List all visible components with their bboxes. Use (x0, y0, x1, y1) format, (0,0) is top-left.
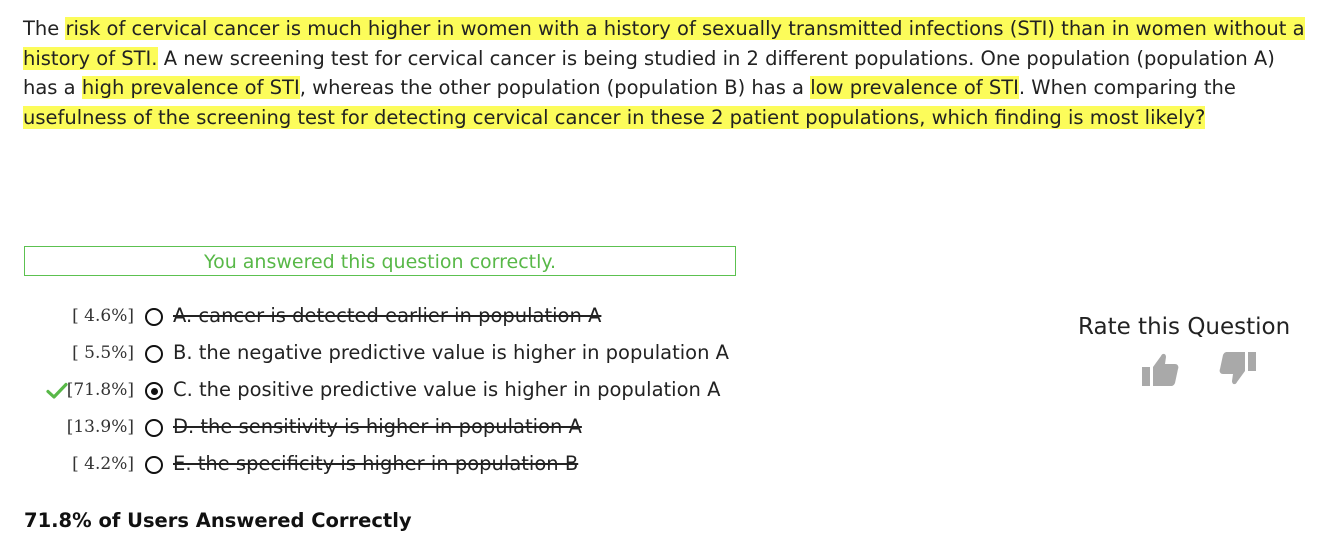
choice-label[interactable]: E. the specificity is higher in populati… (173, 451, 578, 477)
choice-percent: [13.9%] (66, 417, 134, 437)
question-text-segment: . When comparing the (1018, 76, 1236, 100)
thumbs-down-icon[interactable] (1218, 350, 1258, 388)
rate-question-title: Rate this Question (1078, 314, 1291, 340)
choice-percent: [71.8%] (66, 380, 134, 400)
answer-choice-c[interactable]: [71.8%] C. the positive predictive value… (0, 374, 800, 406)
question-stem: The risk of cervical cancer is much high… (23, 14, 1313, 132)
answer-choice-a[interactable]: [ 4.6%] A. cancer is detected earlier in… (0, 300, 800, 332)
radio-button-selected[interactable] (145, 382, 163, 400)
choice-label[interactable]: C. the positive predictive value is high… (173, 377, 720, 403)
choice-percent: [ 4.2%] (72, 454, 134, 474)
percent-correct-summary: 71.8% of Users Answered Correctly (24, 509, 412, 532)
rate-question-panel: Rate this Question (1078, 312, 1318, 386)
checkmark-icon (46, 382, 68, 399)
thumbs-up-icon[interactable] (1140, 350, 1180, 388)
radio-selected-dot (150, 387, 158, 395)
radio-button[interactable] (145, 345, 163, 363)
choice-label[interactable]: D. the sensitivity is higher in populati… (173, 414, 582, 440)
radio-button[interactable] (145, 456, 163, 474)
highlighted-text-segment: usefulness of the screening test for det… (23, 105, 1206, 129)
choice-label[interactable]: A. cancer is detected earlier in populat… (173, 303, 601, 329)
highlighted-text-segment: low prevalence of STI (810, 76, 1019, 100)
result-banner: You answered this question correctly. (24, 246, 736, 276)
radio-button[interactable] (145, 419, 163, 437)
answer-choice-b[interactable]: [ 5.5%] B. the negative predictive value… (0, 337, 800, 369)
choice-label[interactable]: B. the negative predictive value is high… (173, 340, 729, 366)
question-text-segment: , whereas the other population (populati… (299, 76, 811, 100)
choice-percent: [ 5.5%] (72, 343, 134, 363)
question-text-segment: The (23, 17, 66, 40)
radio-button[interactable] (145, 308, 163, 326)
highlighted-text-segment: high prevalence of STI (81, 76, 300, 100)
answer-choice-e[interactable]: [ 4.2%] E. the specificity is higher in … (0, 448, 800, 480)
choice-percent: [ 4.6%] (72, 306, 134, 326)
answer-choice-d[interactable]: [13.9%] D. the sensitivity is higher in … (0, 411, 800, 443)
